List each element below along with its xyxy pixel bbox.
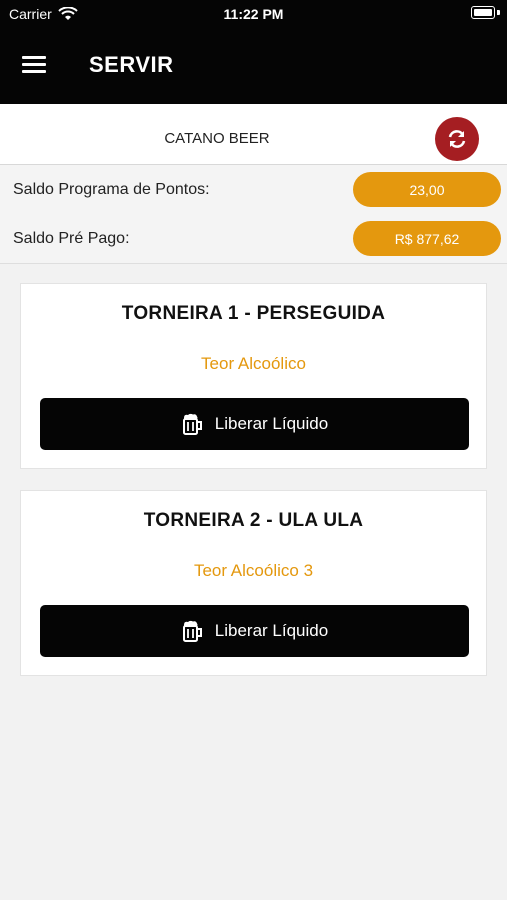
tap-card: TORNEIRA 1 - PERSEGUIDA Teor Alcoólico L…	[20, 283, 487, 469]
hamburger-menu-icon[interactable]	[22, 56, 48, 74]
beer-mug-icon	[182, 620, 202, 642]
prepaid-balance-value: R$ 877,62	[353, 221, 501, 256]
points-balance-label: Saldo Programa de Pontos:	[13, 181, 210, 198]
battery-icon	[471, 6, 495, 19]
prepaid-balance-row: Saldo Pré Pago: R$ 877,62	[0, 214, 507, 264]
points-balance-value: 23,00	[353, 172, 501, 207]
battery-tip	[497, 10, 500, 15]
refresh-icon	[448, 130, 466, 148]
page-title: SERVIR	[89, 52, 174, 77]
points-balance-row: Saldo Programa de Pontos: 23,00	[0, 165, 507, 215]
release-liquid-label: Liberar Líquido	[214, 621, 329, 640]
tap-alcohol-content: Teor Alcoólico 3	[193, 561, 314, 580]
tap-title: TORNEIRA 1 - PERSEGUIDA	[121, 303, 386, 324]
status-bar: Carrier 11:22 PM	[0, 0, 507, 28]
prepaid-balance-label: Saldo Pré Pago:	[13, 230, 130, 247]
store-name: CATANO BEER	[164, 130, 270, 147]
store-row: CATANO BEER	[0, 104, 507, 165]
tap-alcohol-content: Teor Alcoólico	[201, 354, 306, 373]
release-liquid-button[interactable]: Liberar Líquido	[40, 398, 469, 450]
refresh-button[interactable]	[435, 117, 479, 161]
top-bar: Carrier 11:22 PM SERVIR	[0, 0, 507, 104]
release-liquid-button[interactable]: Liberar Líquido	[40, 605, 469, 657]
status-time: 11:22 PM	[223, 6, 284, 22]
tap-title: TORNEIRA 2 - ULA ULA	[143, 510, 364, 531]
beer-mug-icon	[182, 413, 202, 435]
tap-card: TORNEIRA 2 - ULA ULA Teor Alcoólico 3 Li…	[20, 490, 487, 676]
release-liquid-label: Liberar Líquido	[214, 414, 329, 433]
